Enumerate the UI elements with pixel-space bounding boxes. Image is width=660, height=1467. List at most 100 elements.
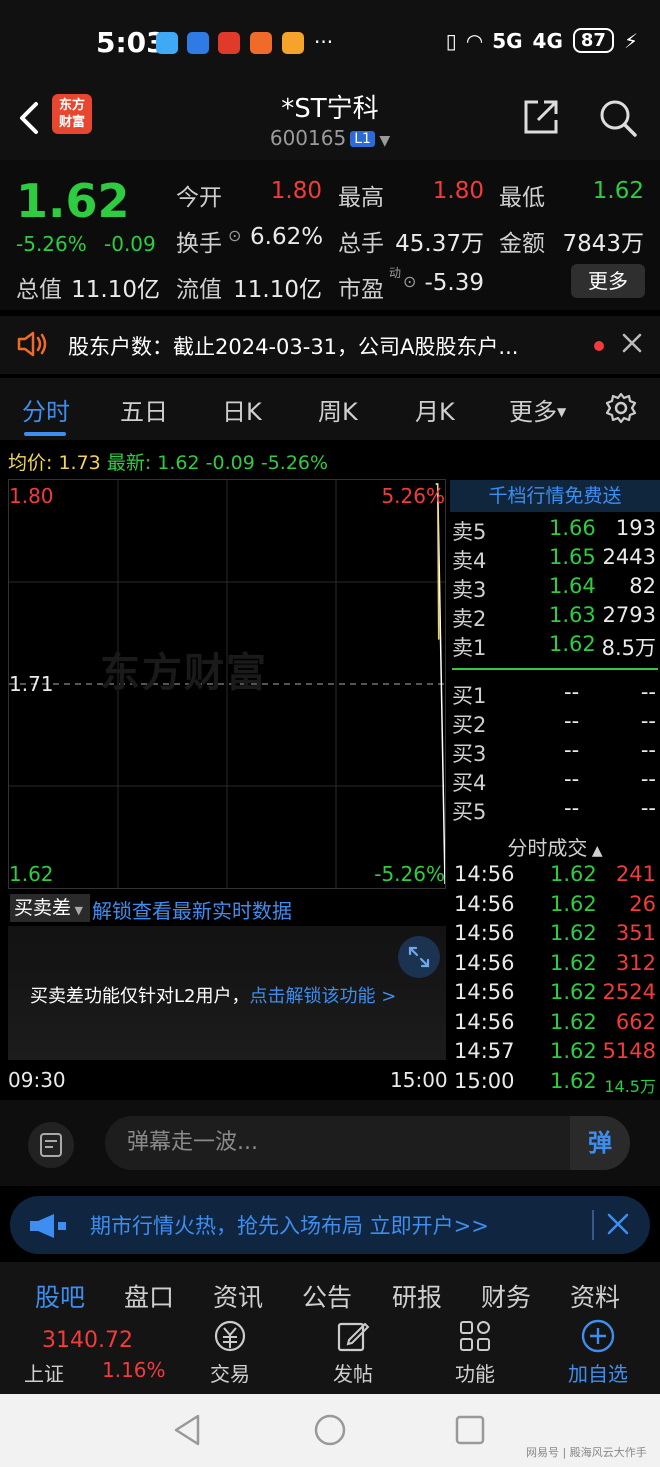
unlock-realtime-link[interactable]: 解锁查看最新实时数据	[92, 895, 292, 924]
orderbook-separator	[452, 668, 658, 670]
nav-recents-icon[interactable]	[452, 1412, 488, 1448]
unlock-feature-link[interactable]: 点击解锁该功能 >	[249, 986, 396, 1007]
close-icon[interactable]	[606, 1212, 630, 1236]
ticks-header[interactable]: 分时成交 ▲	[450, 832, 660, 861]
amount-label: 金额	[499, 231, 545, 257]
quote-panel: 1.62 -5.26% -0.09 今开 1.80 最高 1.80 最低 1.6…	[0, 160, 660, 310]
tab-news[interactable]: 资讯	[213, 1278, 263, 1314]
tab-daily-k[interactable]: 日K	[222, 392, 262, 427]
tick-row: 15:00 1.62 14.5万	[454, 1069, 656, 1096]
chart-legend: 均价: 1.73 最新: 1.62 -0.09 -5.26%	[8, 448, 328, 475]
tab-profile[interactable]: 资料	[570, 1278, 620, 1314]
y-axis-bottom: 1.62	[9, 862, 54, 886]
info-icon[interactable]: ⊙	[228, 226, 241, 245]
tick-row: 14:56 1.62 241	[454, 862, 656, 886]
last-value: 1.62	[157, 452, 200, 474]
tab-research[interactable]: 研报	[392, 1278, 442, 1314]
low-label: 最低	[499, 185, 545, 211]
last-price: 1.62	[16, 174, 130, 228]
float-value: 11.10亿	[233, 277, 322, 303]
bid-row: 买4 -- --	[452, 767, 656, 795]
status-bar: 5:03 ··· ▯ ◠ 5G 4G 87 ⚡	[0, 0, 660, 88]
app-icon-2	[187, 32, 209, 54]
high-value: 1.80	[432, 178, 484, 204]
bid-row: 买1 -- --	[452, 680, 656, 708]
expand-icon[interactable]	[398, 936, 440, 978]
system-nav-bar: 网易号 | 殿海风云大作手	[0, 1394, 660, 1467]
search-icon[interactable]	[598, 98, 638, 138]
tab-guba[interactable]: 股吧	[35, 1278, 85, 1314]
open-value: 1.80	[270, 178, 322, 204]
pe-dynamic-sup: 动	[389, 266, 402, 280]
spread-locked-message: 买卖差功能仅针对L2用户，点击解锁该功能 >	[30, 982, 396, 1008]
orderbook-promo[interactable]: 千档行情免费送	[450, 480, 660, 512]
promo-banner[interactable]: 期市行情火热，抢先入场布局 立即开户>>	[10, 1196, 650, 1254]
spread-label: 买卖差	[14, 897, 72, 919]
change-amount: -0.09	[104, 232, 156, 256]
ticks-title: 分时成交	[507, 836, 588, 860]
functions-button[interactable]: 功能	[435, 1318, 515, 1387]
promo-text[interactable]: 期市行情火热，抢先入场布局 立即开户>>	[90, 1210, 489, 1240]
tab-monthly-k[interactable]: 月K	[415, 392, 455, 427]
speaker-icon	[17, 331, 47, 357]
bid-row: 买2 -- --	[452, 709, 656, 737]
ask-row: 卖5 1.66 193	[452, 516, 656, 544]
danmu-input[interactable]: 弹幕走一波...	[105, 1116, 630, 1170]
add-watchlist-button[interactable]: 加自选	[558, 1318, 638, 1387]
source-watermark: 网易号 | 殿海风云大作手	[526, 1446, 647, 1459]
turnover-value: 6.62%	[250, 224, 324, 250]
app-icon-3	[218, 32, 240, 54]
tab-announcements[interactable]: 公告	[302, 1278, 352, 1314]
tab-weekly-k[interactable]: 周K	[318, 392, 358, 427]
nav-back-icon[interactable]	[170, 1412, 206, 1448]
bottom-toolbar: 3140.72 上证 1.16% 交易 发帖 功能 加自选	[0, 1310, 660, 1394]
stock-name: *ST宁科	[281, 94, 379, 124]
danmu-settings-icon[interactable]	[28, 1122, 74, 1168]
last-label: 最新:	[106, 452, 152, 474]
add-watchlist-label: 加自选	[568, 1362, 628, 1386]
charging-icon: ⚡	[623, 28, 638, 53]
ask-row: 卖1 1.62 8.5万	[452, 632, 656, 660]
network-4g: 4G	[532, 28, 563, 53]
change-percent: -5.26%	[16, 232, 87, 256]
pe-value: -5.39	[424, 270, 484, 296]
tab-finance[interactable]: 财务	[481, 1278, 531, 1314]
trade-button[interactable]: 交易	[190, 1318, 270, 1387]
notice-text[interactable]: 股东户数：截止2024-03-31，公司A股股东户...	[68, 331, 573, 361]
content-tabs: 股吧 盘口 资讯 公告 研报 财务 资料	[0, 1262, 660, 1312]
post-label: 发帖	[333, 1362, 373, 1386]
chart-watermark: 东方财富	[100, 650, 268, 696]
period-tabs: 分时 五日 日K 周K 月K 更多▼	[0, 378, 660, 440]
amount-value: 7843万	[562, 231, 644, 257]
spread-dropdown[interactable]: 买卖差 ▼	[10, 894, 90, 922]
y-axis-mid: 1.71	[9, 672, 54, 696]
open-label: 今开	[176, 185, 222, 211]
info-icon-pe[interactable]: ⊙	[403, 272, 416, 291]
index-value: 3140.72	[42, 1328, 133, 1353]
bid-row: 买5 -- --	[452, 796, 656, 824]
legend-chg: -0.09	[205, 452, 255, 474]
close-icon[interactable]	[621, 332, 643, 354]
notice-bar[interactable]: 股东户数：截止2024-03-31，公司A股股东户...	[0, 316, 660, 374]
x-axis-end: 15:00	[390, 1068, 448, 1092]
volume-value: 45.37万	[395, 231, 484, 257]
tab-more[interactable]: 更多▼	[509, 392, 566, 427]
post-button[interactable]: 发帖	[313, 1318, 393, 1387]
gear-icon[interactable]	[605, 392, 637, 424]
bid-row: 买3 -- --	[452, 738, 656, 766]
edit-icon	[337, 1322, 370, 1352]
share-icon[interactable]	[522, 98, 560, 136]
stock-code-selector[interactable]: 600165 L1 ▼	[0, 126, 660, 150]
more-button[interactable]: 更多	[571, 264, 645, 298]
nav-home-icon[interactable]	[312, 1412, 348, 1448]
spread-msg-text: 买卖差功能仅针对L2用户，	[30, 986, 250, 1007]
tab-five-day[interactable]: 五日	[120, 392, 168, 427]
trade-icon	[214, 1320, 246, 1352]
danmu-bar: 弹幕走一波... 弹	[0, 1100, 660, 1186]
index-widget[interactable]: 3140.72 上证 1.16%	[0, 1310, 180, 1394]
tab-pankou[interactable]: 盘口	[124, 1278, 174, 1314]
legend-pct: -5.26%	[260, 452, 329, 474]
tab-intraday[interactable]: 分时	[22, 392, 70, 427]
functions-label: 功能	[455, 1362, 495, 1386]
danmu-toggle-button[interactable]: 弹	[570, 1116, 630, 1170]
